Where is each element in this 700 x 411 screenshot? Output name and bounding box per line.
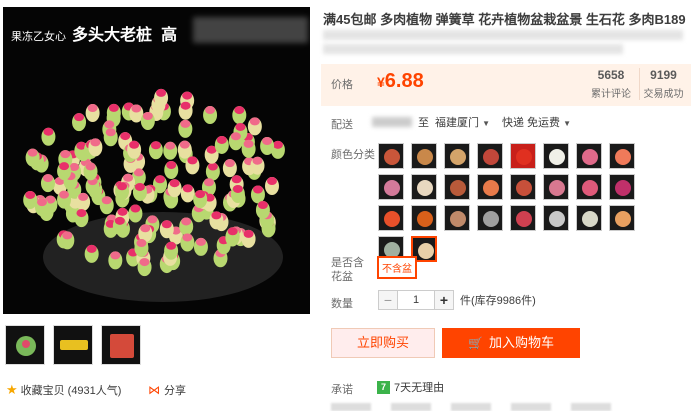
chevron-down-icon: ▼	[563, 119, 572, 128]
stock-text: 件(库存9986件)	[460, 295, 536, 307]
color-swatch[interactable]	[510, 174, 536, 200]
color-swatch[interactable]	[477, 205, 503, 231]
share-label: 分享	[164, 385, 186, 397]
destination-select[interactable]: 福建厦门 ▼	[435, 114, 490, 130]
reviews-stat[interactable]: 5658 累计评论	[587, 68, 635, 100]
pot-option-no-pot[interactable]: 不含盆	[377, 256, 417, 279]
pot-label: 是否含花盆	[331, 257, 364, 283]
color-swatch[interactable]	[378, 174, 404, 200]
blurred-origin	[372, 117, 412, 127]
shipping-method-select[interactable]: 快递 免运费 ▼	[502, 114, 571, 130]
blurred-watermark	[193, 17, 308, 43]
decrease-button[interactable]: −	[378, 290, 398, 310]
color-swatch[interactable]	[477, 143, 503, 169]
cart-icon: 🛒	[468, 336, 483, 350]
color-label: 颜色分类	[331, 149, 375, 161]
color-swatch[interactable]	[543, 205, 569, 231]
add-to-cart-button[interactable]: 🛒 加入购物车	[442, 328, 580, 358]
product-title: 满45包邮 多肉植物 弹簧草 花卉植物盆栽盆景 生石花 多肉B189	[323, 12, 686, 27]
price-value: ¥6.88	[377, 70, 424, 92]
share-link[interactable]: ⋈ 分享	[148, 382, 186, 398]
color-swatch[interactable]	[576, 174, 602, 200]
color-swatch[interactable]	[543, 143, 569, 169]
color-swatch[interactable]	[576, 143, 602, 169]
color-swatch[interactable]	[609, 143, 635, 169]
promise-text: 7天无理由	[394, 382, 445, 394]
blurred-service-icons	[331, 403, 691, 411]
color-swatch[interactable]	[444, 205, 470, 231]
sales-stat: 9199 交易成功	[639, 68, 687, 100]
color-swatch[interactable]	[609, 205, 635, 231]
blurred-subtitle	[323, 30, 693, 54]
color-swatch[interactable]	[444, 143, 470, 169]
succulent-plant-image	[3, 7, 310, 314]
color-swatch[interactable]	[378, 143, 404, 169]
main-product-image[interactable]: 果冻乙女心 多头大老桩 高	[3, 7, 310, 314]
shipping-row: 至 福建厦门 ▼ 快递 免运费 ▼	[372, 114, 571, 130]
favorite-count: (4931人气)	[67, 385, 122, 397]
price-label: 价格	[331, 79, 353, 91]
share-icon: ⋈	[148, 383, 160, 397]
buy-now-button[interactable]: 立即购买	[331, 328, 435, 358]
favorite-link[interactable]: ★ 收藏宝贝 (4931人气)	[6, 382, 121, 398]
increase-button[interactable]: +	[434, 290, 454, 310]
promise-row: 7 7天无理由	[377, 379, 444, 395]
thumbnail-1[interactable]	[5, 325, 45, 365]
color-swatch[interactable]	[543, 174, 569, 200]
add-to-cart-label: 加入购物车	[488, 335, 554, 350]
chevron-down-icon: ▼	[482, 119, 490, 128]
favorite-label: 收藏宝贝	[20, 385, 65, 397]
color-swatch[interactable]	[378, 205, 404, 231]
color-swatch-list	[378, 143, 658, 262]
price-panel: 价格 ¥6.88 5658 累计评论 9199 交易成功	[321, 64, 691, 106]
color-swatch[interactable]	[609, 174, 635, 200]
star-icon: ★	[6, 382, 18, 397]
quantity-stepper: − 1 + 件(库存9986件)	[378, 290, 536, 310]
color-swatch[interactable]	[411, 143, 437, 169]
thumbnail-2[interactable]	[53, 325, 93, 365]
color-swatch[interactable]	[576, 205, 602, 231]
color-swatch[interactable]	[477, 174, 503, 200]
color-swatch[interactable]	[411, 205, 437, 231]
color-swatch[interactable]	[444, 174, 470, 200]
thumbnail-strip	[5, 325, 141, 365]
color-swatch[interactable]	[510, 205, 536, 231]
shipping-label: 配送	[331, 119, 353, 131]
color-swatch[interactable]	[510, 143, 536, 169]
shipping-to: 至	[418, 117, 429, 129]
image-overlay-title: 果冻乙女心 多头大老桩 高	[11, 27, 178, 44]
quantity-label: 数量	[331, 298, 353, 310]
quantity-input[interactable]: 1	[398, 290, 434, 310]
promise-label: 承诺	[331, 384, 353, 396]
color-swatch[interactable]	[411, 174, 437, 200]
seven-day-badge-icon: 7	[377, 380, 390, 394]
thumbnail-3[interactable]	[101, 325, 141, 365]
